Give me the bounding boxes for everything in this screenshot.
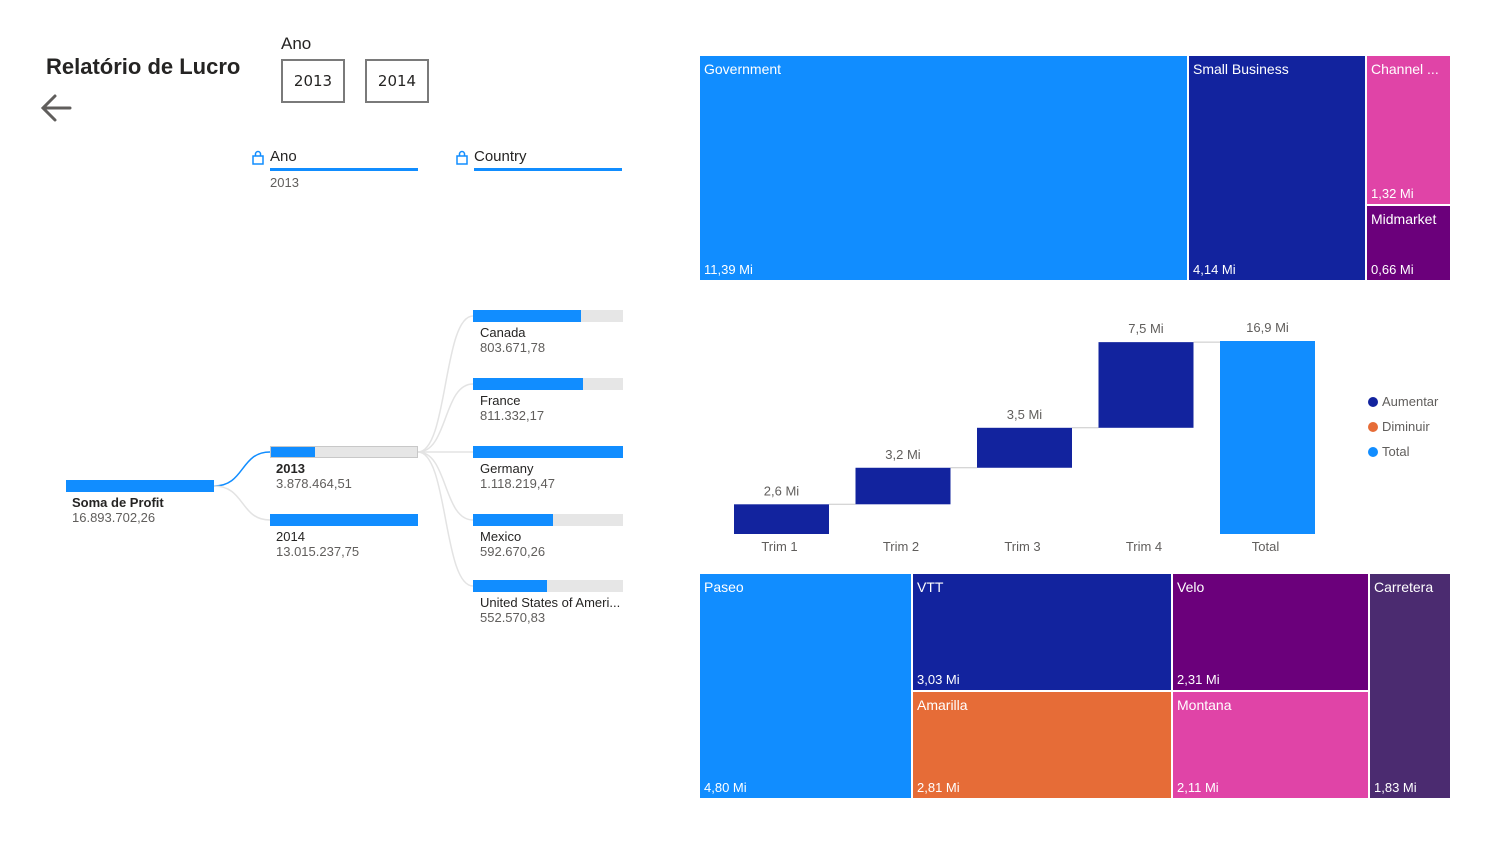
waterfall-data-label: 7,5 Mi (1128, 321, 1164, 336)
waterfall-category-label: Trim 4 (1126, 539, 1162, 554)
waterfall-category-label: Trim 2 (883, 539, 919, 554)
treemap-cell-value: 3,03 Mi (917, 672, 960, 687)
dt-node-bar (271, 447, 315, 457)
legend-label: Diminuir (1382, 419, 1430, 434)
dt-node-bar (473, 514, 553, 526)
dt-node-united-states[interactable]: United States of Ameri... 552.570,83 (473, 580, 628, 625)
treemap-cell-government[interactable]: Government 11,39 Mi (700, 56, 1189, 282)
product-treemap: Paseo 4,80 Mi VTT 3,03 Mi Amarilla 2,81 … (700, 574, 1452, 800)
treemap-cell-name: Carretera (1374, 579, 1434, 595)
waterfall-legend: Aumentar Diminuir Total (1368, 394, 1438, 459)
dt-node-bar-bg (473, 310, 623, 322)
dt-node-bar-bg (473, 378, 623, 390)
dt-node-name: 2013 (276, 461, 305, 476)
treemap-cell-midmarket[interactable]: Midmarket 0,66 Mi (1367, 206, 1452, 282)
waterfall-chart: 2,6 Mi Trim 1 3,2 Mi Trim 2 3,5 Mi Trim 3 7,5 … (734, 320, 1315, 554)
dt-node-bar-bg (270, 446, 418, 458)
dt-node-mexico[interactable]: Mexico 592.670,26 (473, 514, 623, 559)
waterfall-category-label: Trim 1 (761, 539, 797, 554)
treemap-cell-small-business[interactable]: Small Business 4,14 Mi (1189, 56, 1367, 282)
treemap-cell-amarilla[interactable]: Amarilla 2,81 Mi (913, 692, 1173, 800)
waterfall-bar-trim-3[interactable] (977, 427, 1072, 468)
dt-node-value: 811.332,17 (480, 408, 545, 423)
treemap-cell-value: 2,81 Mi (917, 780, 960, 795)
treemap-cell-channel[interactable]: Channel ... 1,32 Mi (1367, 56, 1452, 206)
treemap-cell-value: 1,83 Mi (1374, 780, 1417, 795)
waterfall-bar-trim-2[interactable] (855, 467, 951, 505)
dt-node-name: Germany (480, 461, 534, 476)
dt-node-bar-bg (473, 514, 623, 526)
dt-node-value: 592.670,26 (480, 544, 546, 559)
dt-node-canada[interactable]: Canada 803.671,78 (473, 310, 623, 355)
waterfall-data-label: 3,2 Mi (885, 447, 921, 462)
treemap-cell-carretera[interactable]: Carretera 1,83 Mi (1370, 574, 1452, 800)
waterfall-bar-total[interactable] (1220, 341, 1315, 534)
treemap-cell-name: Paseo (704, 579, 744, 595)
treemap-cell-name: Montana (1177, 697, 1232, 713)
treemap-cell-vtt[interactable]: VTT 3,03 Mi (913, 574, 1173, 692)
dt-node-name: France (480, 393, 521, 408)
dt-node-bar (473, 580, 547, 592)
treemap-cell-name: VTT (917, 579, 944, 595)
dt-node-germany[interactable]: Germany 1.118.219,47 (473, 446, 623, 491)
treemap-cell-name: Velo (1177, 579, 1205, 595)
treemap-cell-value: 1,32 Mi (1371, 186, 1414, 201)
dt-node-value: 3.878.464,51 (276, 476, 352, 491)
dt-node-name: United States of Ameri... (480, 595, 621, 610)
dt-root-node[interactable]: Soma de Profit 16.893.702,26 (66, 480, 214, 525)
treemap-cell-montana[interactable]: Montana 2,11 Mi (1173, 692, 1370, 800)
legend-item-aumentar[interactable]: Aumentar (1368, 394, 1438, 409)
waterfall-category-label: Total (1252, 539, 1280, 554)
dt-node-2013[interactable]: 2013 3.878.464,51 (270, 446, 418, 491)
dt-node-bar-bg (473, 446, 623, 458)
treemap-cell-name: Midmarket (1371, 211, 1437, 227)
treemap-cell-velo[interactable]: Velo 2,31 Mi (1173, 574, 1370, 692)
legend-item-diminuir[interactable]: Diminuir (1368, 419, 1438, 434)
treemap-cell-value: 4,80 Mi (704, 780, 747, 795)
legend-item-total[interactable]: Total (1368, 444, 1438, 459)
treemap-cell-value: 2,31 Mi (1177, 672, 1220, 687)
waterfall-bar-trim-4[interactable] (1098, 342, 1194, 428)
dt-node-france[interactable]: France 811.332,17 (473, 378, 623, 423)
dt-node-name: 2014 (276, 529, 305, 544)
dt-node-bar-bg (473, 580, 623, 592)
treemap-cell-value: 0,66 Mi (1371, 262, 1414, 277)
dt-node-bar (473, 446, 623, 458)
dt-node-2014[interactable]: 2014 13.015.237,75 (270, 514, 418, 559)
treemap-cell-name: Government (704, 61, 782, 77)
waterfall-data-label: 3,5 Mi (1007, 407, 1043, 422)
dt-root-bar (66, 480, 214, 492)
dt-node-value: 803.671,78 (480, 340, 546, 355)
dt-node-bar (473, 378, 583, 390)
dt-node-value: 1.118.219,47 (480, 476, 555, 491)
waterfall-bar-trim-1[interactable] (734, 504, 829, 534)
dt-node-value: 13.015.237,75 (276, 544, 360, 559)
dt-node-value: 552.570,83 (480, 610, 546, 625)
dt-root-value: 16.893.702,26 (72, 510, 156, 525)
legend-dot (1368, 421, 1378, 432)
legend-dot (1368, 446, 1378, 457)
treemap-cell-name: Small Business (1193, 61, 1289, 77)
waterfall-data-label: 16,9 Mi (1246, 320, 1289, 335)
treemap-cell-name: Channel ... (1371, 61, 1439, 77)
treemap-cell-value: 4,14 Mi (1193, 262, 1236, 277)
dt-node-bar (270, 514, 418, 526)
treemap-cell-value: 2,11 Mi (1177, 780, 1219, 795)
dt-node-bar-bg (270, 514, 418, 526)
waterfall-category-label: Trim 3 (1004, 539, 1040, 554)
legend-label: Aumentar (1382, 394, 1439, 409)
dt-node-name: Mexico (480, 529, 522, 544)
treemap-cell-name: Amarilla (917, 697, 968, 713)
segment-treemap: Government 11,39 Mi Small Business 4,14 … (700, 56, 1452, 282)
dt-root-name: Soma de Profit (72, 495, 164, 510)
dt-node-name: Canada (480, 325, 526, 340)
legend-label: Total (1382, 444, 1410, 459)
treemap-cell-paseo[interactable]: Paseo 4,80 Mi (700, 574, 913, 800)
waterfall-data-label: 2,6 Mi (764, 483, 800, 498)
dt-node-bar (473, 310, 581, 322)
legend-dot (1368, 396, 1378, 407)
treemap-cell-value: 11,39 Mi (704, 262, 753, 277)
